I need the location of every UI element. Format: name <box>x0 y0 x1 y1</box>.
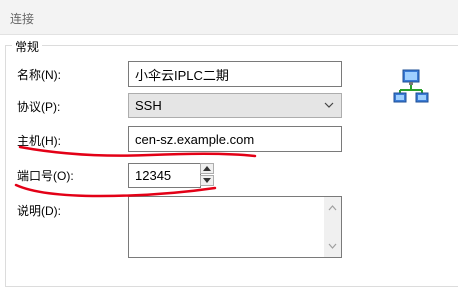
spin-down-icon[interactable] <box>200 175 214 186</box>
name-label: 名称(N): <box>17 68 61 82</box>
scroll-down-icon[interactable] <box>328 243 337 249</box>
network-computers-icon <box>393 68 429 104</box>
spin-up-icon[interactable] <box>200 163 214 174</box>
port-label: 端口号(O): <box>17 169 74 183</box>
port-input[interactable]: 12345 <box>128 163 201 188</box>
description-scrollbar[interactable] <box>324 197 341 257</box>
host-input[interactable]: cen-sz.example.com <box>128 126 342 152</box>
port-input-value: 12345 <box>135 168 172 183</box>
host-input-value: cen-sz.example.com <box>135 131 255 147</box>
protocol-select[interactable]: SSH <box>128 93 342 118</box>
protocol-select-value: SSH <box>135 98 162 113</box>
name-input-value: 小伞云IPLC二期 <box>135 67 229 83</box>
description-label: 说明(D): <box>17 204 61 218</box>
groupbox-title: 常规 <box>12 38 43 55</box>
tree-item-connect[interactable]: 连接 <box>0 0 458 35</box>
host-label: 主机(H): <box>17 134 61 148</box>
scroll-up-icon[interactable] <box>328 205 337 211</box>
chevron-down-icon[interactable] <box>323 98 335 115</box>
tree-item-label: 连接 <box>10 12 35 26</box>
protocol-label: 协议(P): <box>17 100 61 114</box>
description-textarea[interactable] <box>128 196 342 258</box>
name-input[interactable]: 小伞云IPLC二期 <box>128 61 342 87</box>
